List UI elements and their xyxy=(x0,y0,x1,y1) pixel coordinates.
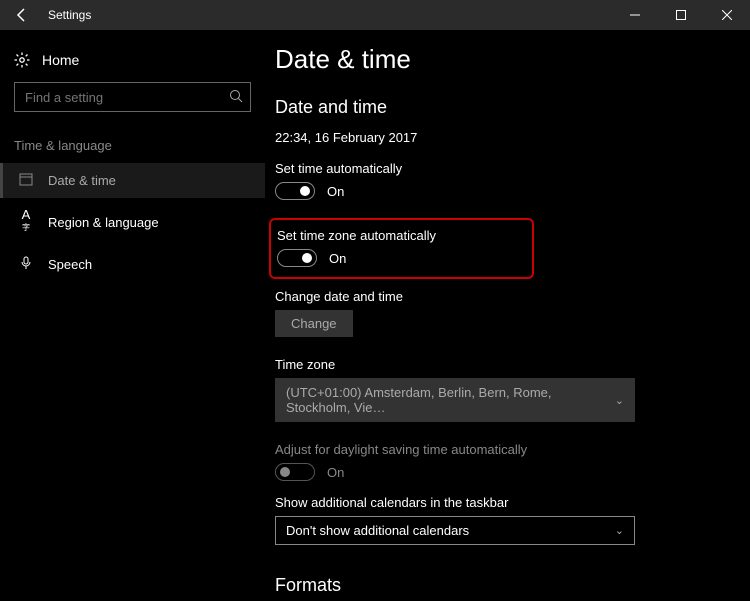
back-button[interactable] xyxy=(0,0,44,30)
minimize-icon xyxy=(630,10,640,20)
auto-timezone-toggle[interactable] xyxy=(277,249,317,267)
search-input[interactable] xyxy=(14,82,251,112)
auto-time-label: Set time automatically xyxy=(275,161,740,176)
search-icon xyxy=(229,89,243,106)
maximize-icon xyxy=(676,10,686,20)
auto-timezone-label: Set time zone automatically xyxy=(277,228,436,243)
titlebar: Settings xyxy=(0,0,750,30)
language-icon: A字 xyxy=(18,207,34,238)
gear-icon xyxy=(14,52,30,68)
close-icon xyxy=(722,10,732,20)
chevron-down-icon: ⌄ xyxy=(615,524,624,537)
timezone-value: (UTC+01:00) Amsterdam, Berlin, Bern, Rom… xyxy=(286,385,615,415)
auto-timezone-state: On xyxy=(329,251,346,266)
main-content: Date & time Date and time 22:34, 16 Febr… xyxy=(265,30,750,601)
additional-calendars-select[interactable]: Don't show additional calendars ⌄ xyxy=(275,516,635,545)
additional-calendars-label: Show additional calendars in the taskbar xyxy=(275,495,740,510)
home-label: Home xyxy=(42,52,79,68)
home-link[interactable]: Home xyxy=(0,48,265,72)
change-button[interactable]: Change xyxy=(275,310,353,337)
sidebar-item-label: Date & time xyxy=(48,173,116,188)
section-title-formats: Formats xyxy=(275,575,740,596)
auto-time-toggle[interactable] xyxy=(275,182,315,200)
dst-toggle xyxy=(275,463,315,481)
sidebar-group-header: Time & language xyxy=(0,130,265,163)
timezone-label: Time zone xyxy=(275,357,740,372)
current-datetime: 22:34, 16 February 2017 xyxy=(275,130,740,145)
dst-state: On xyxy=(327,465,344,480)
maximize-button[interactable] xyxy=(658,0,704,30)
sidebar: Home Time & language Date & time A字 Regi… xyxy=(0,30,265,601)
section-title-datetime: Date and time xyxy=(275,97,740,118)
sidebar-item-label: Region & language xyxy=(48,215,159,230)
additional-calendars-value: Don't show additional calendars xyxy=(286,523,469,538)
highlight-annotation: Set time zone automatically On xyxy=(269,218,534,279)
microphone-icon xyxy=(18,256,34,273)
chevron-down-icon: ⌄ xyxy=(615,394,624,407)
dst-label: Adjust for daylight saving time automati… xyxy=(275,442,740,457)
timezone-select[interactable]: (UTC+01:00) Amsterdam, Berlin, Bern, Rom… xyxy=(275,378,635,422)
auto-time-state: On xyxy=(327,184,344,199)
window-title: Settings xyxy=(44,8,612,22)
back-arrow-icon xyxy=(14,7,30,23)
page-title: Date & time xyxy=(275,44,740,75)
sidebar-item-speech[interactable]: Speech xyxy=(0,247,265,282)
close-button[interactable] xyxy=(704,0,750,30)
sidebar-item-region-language[interactable]: A字 Region & language xyxy=(0,198,265,247)
minimize-button[interactable] xyxy=(612,0,658,30)
sidebar-item-label: Speech xyxy=(48,257,92,272)
calendar-clock-icon xyxy=(18,172,34,189)
change-datetime-label: Change date and time xyxy=(275,289,740,304)
sidebar-item-date-time[interactable]: Date & time xyxy=(0,163,265,198)
